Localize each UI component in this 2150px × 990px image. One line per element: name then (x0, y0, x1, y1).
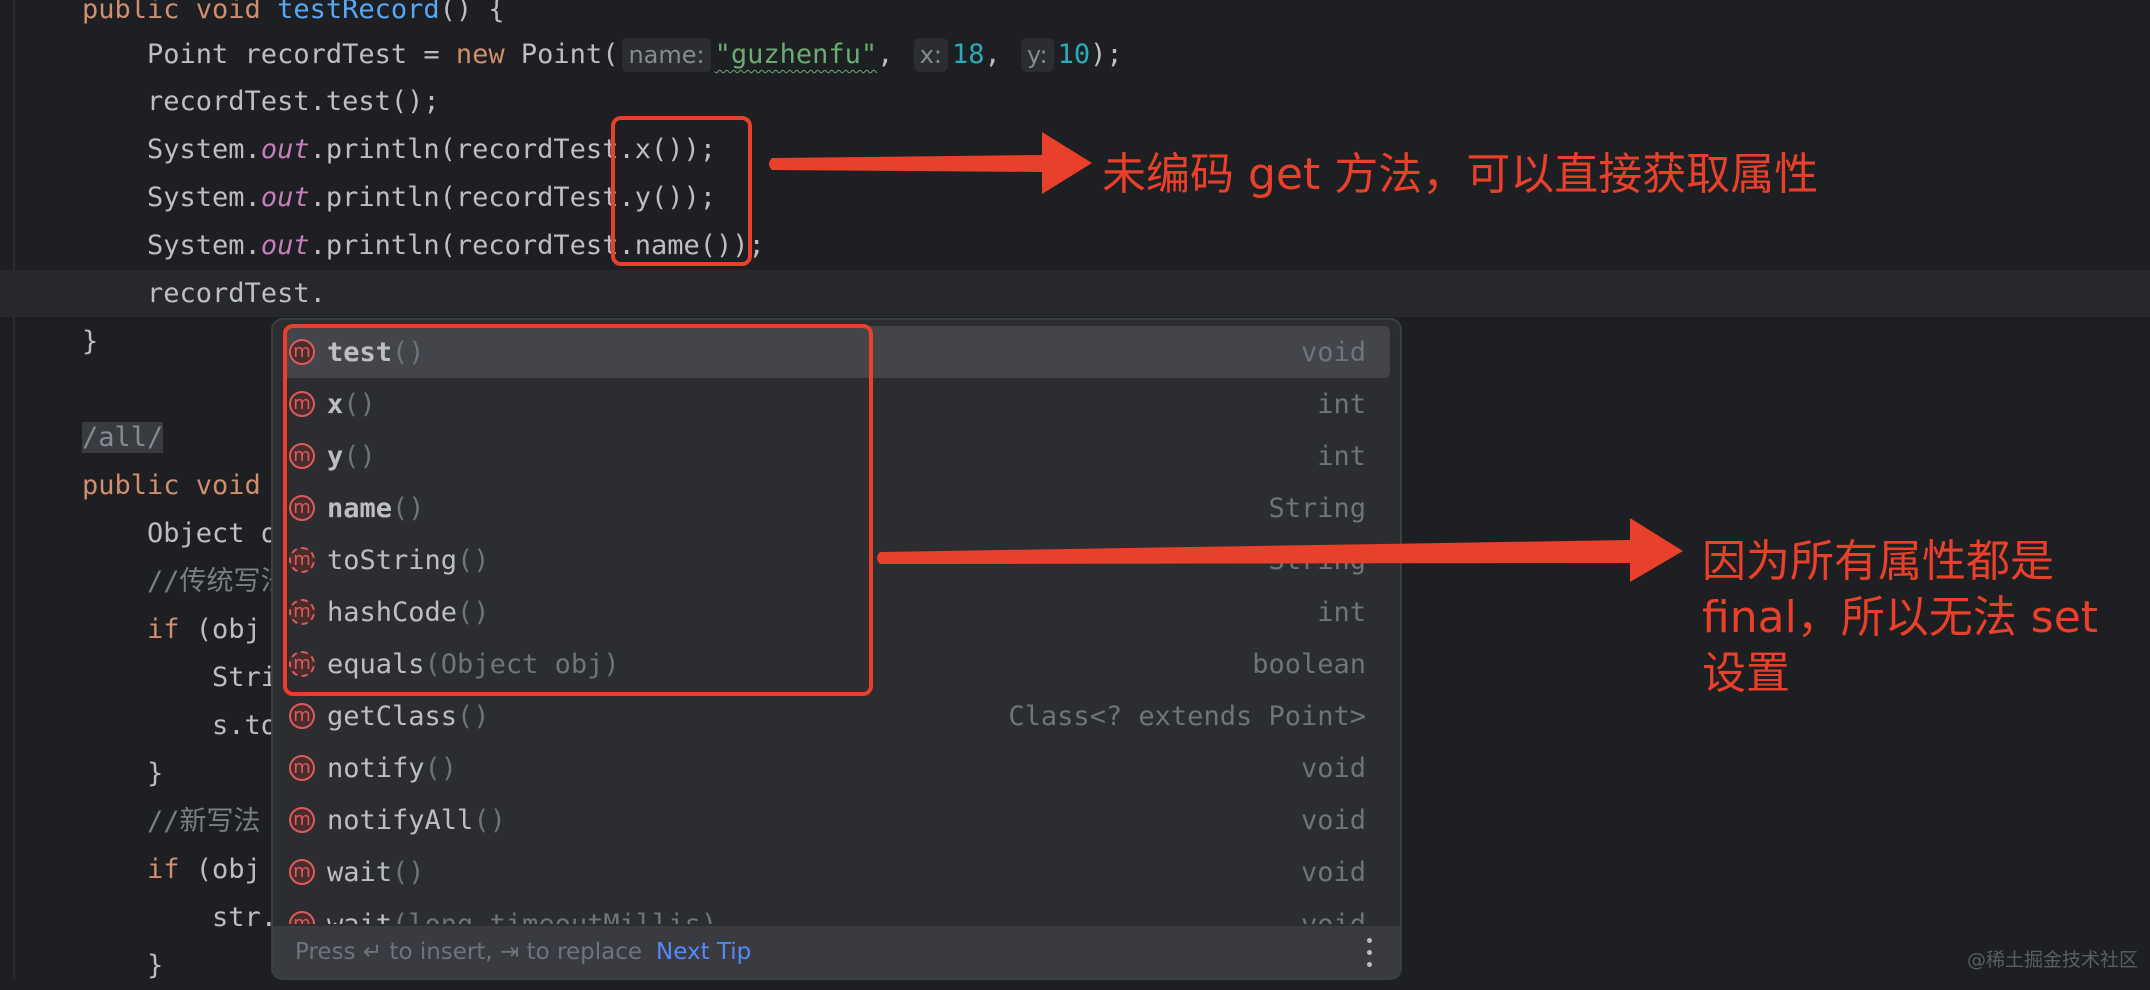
method-icon: m (289, 911, 315, 924)
method-name: testRecord (277, 0, 440, 25)
code-text: (obj (179, 854, 261, 885)
item-params: () (473, 804, 506, 836)
code-line: } (82, 758, 164, 789)
string-literal: "guzhenfu" (714, 39, 878, 70)
completion-item[interactable]: m notifyAll() void (283, 794, 1390, 846)
code-line: public void (82, 462, 261, 510)
code-line: } (82, 950, 164, 981)
comment: //传统写法 (82, 566, 288, 597)
code-text: System. (82, 182, 261, 213)
param-hint-y: y: (1021, 38, 1054, 72)
code-text: ); (1090, 39, 1123, 70)
annotation-text-1: 未编码 get 方法，可以直接获取属性 (1102, 149, 1819, 200)
completion-item[interactable]: m getClass() Class<? extends Point> (283, 690, 1390, 742)
completion-item[interactable]: m wait() void (283, 846, 1390, 898)
item-name: wait (327, 908, 393, 925)
code-line: public void testRecord() { (82, 0, 505, 34)
item-return-type: void (1300, 856, 1366, 888)
arrow-1 (769, 132, 1092, 194)
code-line: if (obj (82, 606, 261, 654)
code-line: //传统写法 (82, 558, 288, 606)
code-line: s.to (82, 710, 278, 741)
annotation-box-accessors (611, 116, 752, 266)
item-return-type: boolean (1252, 648, 1366, 680)
more-options-icon[interactable] (1364, 934, 1374, 970)
gutter-divider (13, 0, 15, 978)
method-icon: m (289, 703, 315, 729)
static-field: out (260, 134, 310, 165)
code-line: recordTest.test(); (82, 86, 440, 117)
item-params: () (392, 856, 425, 888)
code-line: if (obj (82, 846, 261, 894)
code-line: //新写法 (82, 798, 261, 846)
param-hint-name: name: (622, 38, 711, 72)
annotation-text-2: 因为所有属性都是final，所以无法 set 设置 (1702, 536, 2099, 699)
next-tip-link[interactable]: Next Tip (656, 939, 751, 965)
method-icon: m (289, 755, 315, 781)
method-icon: m (289, 807, 315, 833)
comment: //新写法 (82, 806, 261, 837)
code-line: } (82, 326, 99, 357)
watermark: @稀土掘金技术社区 (1966, 949, 2138, 971)
item-return-type: int (1317, 440, 1366, 472)
item-params: () (424, 752, 458, 784)
item-return-type: int (1317, 388, 1366, 420)
code-text: System. (82, 230, 261, 261)
code-line: Object o (82, 518, 278, 549)
item-return-type: Class<? extends Point> (1008, 700, 1366, 732)
folded-region[interactable]: /all/ (82, 422, 164, 453)
item-return-type: void (1300, 336, 1366, 368)
code-text: System. (82, 134, 261, 165)
item-return-type: String (1268, 544, 1366, 576)
item-name: notifyAll (327, 804, 474, 836)
item-name: wait (327, 856, 393, 888)
code-text: () { (439, 0, 505, 25)
code-text: , (984, 39, 1001, 70)
item-name: notify (327, 752, 425, 784)
keyword: public void (82, 470, 261, 501)
annotation-box-members (283, 324, 873, 696)
keyword: new (455, 39, 505, 70)
keyword: public void (82, 0, 278, 25)
item-return-type: void (1300, 804, 1366, 836)
keyword: if (82, 854, 180, 885)
item-return-type: void (1300, 752, 1366, 784)
item-return-type: void (1300, 908, 1366, 925)
param-hint-x: x: (913, 38, 948, 72)
static-field: out (260, 182, 310, 213)
keyword: if (82, 614, 180, 645)
item-return-type: String (1268, 492, 1366, 524)
static-field: out (260, 230, 310, 261)
code-text: Point recordTest = (82, 39, 456, 70)
item-params: () (457, 700, 490, 732)
code-line: /all/ (82, 414, 164, 462)
code-line: Point recordTest = new Point(name: "guzhe… (82, 31, 1123, 79)
item-return-type: int (1317, 596, 1366, 628)
completion-item[interactable]: m notify() void (283, 742, 1390, 794)
code-text: , (877, 39, 894, 70)
completion-item[interactable]: m wait (long timeoutMillis) void (283, 898, 1390, 924)
footer-hint: Press ↵ to insert, ⇥ to replace (295, 939, 642, 965)
code-text: (obj (179, 614, 261, 645)
method-icon: m (289, 859, 315, 885)
item-name: getClass (327, 700, 458, 732)
code-text: Point( (504, 39, 619, 70)
code-line: Stri (82, 662, 278, 693)
completion-footer: Press ↵ to insert, ⇥ to replace Next Tip (273, 926, 1400, 978)
number-literal: 10 (1057, 39, 1091, 70)
code-line-current[interactable]: recordTest. (82, 270, 326, 318)
code-line: str. (82, 902, 278, 933)
item-params: (long timeoutMillis) (392, 908, 718, 925)
number-literal: 18 (952, 39, 985, 70)
